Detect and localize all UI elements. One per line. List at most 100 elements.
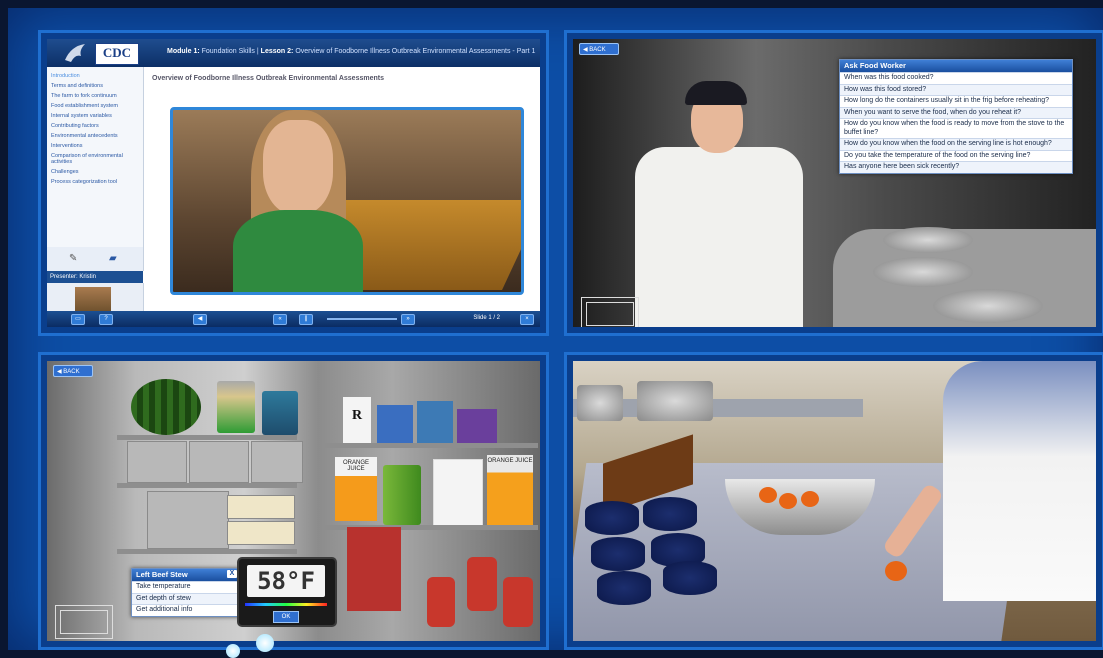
food-worker-panel: ◀ BACK Ask Food Worker When was this foo… — [564, 30, 1103, 336]
can[interactable] — [427, 577, 455, 627]
question-item[interactable]: Do you take the temperature of the food … — [840, 149, 1072, 162]
door-shelf — [323, 443, 538, 448]
toc-item[interactable]: Internal system variables — [47, 111, 143, 121]
orange[interactable] — [801, 491, 819, 507]
action-item[interactable]: Get additional info — [132, 604, 240, 616]
toc-item[interactable]: Challenges — [47, 167, 143, 177]
worker-figure[interactable] — [635, 147, 803, 327]
pickle-jar[interactable] — [217, 381, 255, 433]
presenter-photo — [75, 287, 111, 313]
back-button[interactable]: ◀ BACK — [53, 365, 93, 377]
container-lid[interactable] — [591, 537, 645, 571]
question-item[interactable]: When you want to serve the food, when do… — [840, 106, 1072, 118]
question-item[interactable]: When was this food cooked? — [840, 72, 1072, 84]
tv-icon[interactable]: ▭ — [71, 314, 85, 325]
container[interactable] — [227, 521, 295, 545]
cdc-logo: CDC — [95, 43, 139, 65]
help-icon[interactable]: ? — [99, 314, 113, 325]
stock-pot[interactable] — [577, 385, 623, 421]
temperature-gradient — [245, 603, 327, 606]
notes-icon[interactable]: ✎ — [69, 253, 77, 264]
floor-map-icon[interactable] — [55, 605, 113, 639]
slide-counter: Slide 1 / 2 — [473, 315, 500, 321]
cereal-box[interactable]: R — [343, 397, 371, 443]
pot[interactable] — [873, 257, 973, 287]
toc-item[interactable]: The farm to fork continuum — [47, 91, 143, 101]
toc-item[interactable]: Terms and definitions — [47, 81, 143, 91]
menu-title: Left Beef Stew X — [132, 569, 240, 581]
table-of-contents: Introduction Terms and definitions The f… — [47, 67, 144, 247]
pickle-jar[interactable] — [383, 465, 421, 525]
rewind-icon[interactable]: « — [273, 314, 287, 325]
orange[interactable] — [759, 487, 777, 503]
toc-item[interactable]: Comparison of environmental activities — [47, 151, 143, 167]
pause-icon[interactable]: ∥ — [299, 314, 313, 325]
action-item[interactable]: Take temperature — [132, 581, 240, 593]
container-lid[interactable] — [643, 497, 697, 531]
container-lid[interactable] — [597, 571, 651, 605]
pot[interactable] — [883, 227, 973, 253]
cook-figure — [943, 361, 1096, 601]
container[interactable] — [227, 495, 295, 519]
question-item[interactable]: How was this food stored? — [840, 83, 1072, 95]
close-icon[interactable]: × — [520, 314, 534, 325]
stock-pot[interactable] — [637, 381, 713, 421]
temperature-display: 58°F — [247, 565, 325, 597]
close-icon[interactable]: X — [227, 570, 237, 578]
toc-item[interactable]: Contributing factors — [47, 121, 143, 131]
orange-juice-carton[interactable]: ORANGE JUICE — [335, 457, 377, 521]
sidebar-tools: ✎ ▰ — [47, 247, 144, 271]
folder-icon[interactable]: ▰ — [109, 253, 117, 264]
course-header-bar: CDC Module 1: Foundation Skills | Lesson… — [47, 39, 540, 67]
can[interactable] — [503, 577, 533, 627]
container[interactable] — [189, 441, 249, 483]
forward-icon[interactable]: » — [401, 314, 415, 325]
presenter-face — [263, 120, 333, 215]
orange-in-hand[interactable] — [885, 561, 907, 581]
toc-item[interactable]: Environmental antecedents — [47, 131, 143, 141]
carton[interactable] — [457, 409, 497, 443]
orange[interactable] — [779, 493, 797, 509]
beef-stew-container[interactable] — [147, 491, 229, 549]
progress-scrubber[interactable] — [327, 318, 397, 320]
question-item[interactable]: How do you know when the food is ready t… — [840, 118, 1072, 138]
ok-button[interactable]: OK — [273, 611, 299, 623]
presenter-video — [170, 107, 524, 295]
question-item[interactable]: Has anyone here been sick recently? — [840, 161, 1072, 173]
shelf — [117, 483, 297, 488]
container[interactable] — [127, 441, 187, 483]
jar[interactable] — [262, 391, 298, 435]
player-controls: ▭ ? ◀ « ∥ » Slide 1 / 2 × — [47, 311, 540, 327]
toc-item[interactable]: Process categorization tool — [47, 177, 143, 187]
prep-table-panel — [564, 352, 1103, 650]
toc-item[interactable]: Food establishment system — [47, 101, 143, 111]
can[interactable] — [467, 557, 497, 611]
carton[interactable] — [377, 405, 413, 443]
course-player-panel: CDC Module 1: Foundation Skills | Lesson… — [38, 30, 549, 336]
worker-cap — [685, 81, 747, 105]
action-item[interactable]: Get depth of stew — [132, 592, 240, 604]
presenter-scarf — [233, 210, 363, 292]
decorative-bubble — [226, 644, 240, 658]
juice-carton[interactable] — [433, 459, 483, 527]
question-item[interactable]: How long do the containers usually sit i… — [840, 95, 1072, 107]
floor-map-icon[interactable] — [581, 297, 639, 327]
container-lid[interactable] — [663, 561, 717, 595]
back-button[interactable]: ◀ BACK — [579, 43, 619, 55]
pot[interactable] — [933, 289, 1043, 323]
ask-food-worker-menu: Ask Food Worker When was this food cooke… — [839, 59, 1073, 174]
toc-item-introduction[interactable]: Introduction — [47, 71, 143, 81]
container[interactable] — [251, 441, 303, 483]
toc-item[interactable]: Interventions — [47, 141, 143, 151]
box[interactable] — [347, 527, 401, 611]
watermelon[interactable] — [131, 379, 201, 435]
volume-icon[interactable]: ◀ — [193, 314, 207, 325]
container-lid[interactable] — [585, 501, 639, 535]
carton[interactable] — [417, 401, 453, 443]
prep-scene — [573, 361, 1096, 641]
thermometer-readout: 58°F OK — [237, 557, 337, 627]
presenter-label: Presenter: Kristin — [47, 271, 143, 283]
question-item[interactable]: How do you know when the food on the ser… — [840, 138, 1072, 150]
fridge-panel: R ORANGE JUICE ORANGE JUICE ◀ BACK Left … — [38, 352, 549, 650]
orange-juice-carton[interactable]: ORANGE JUICE — [487, 455, 533, 525]
